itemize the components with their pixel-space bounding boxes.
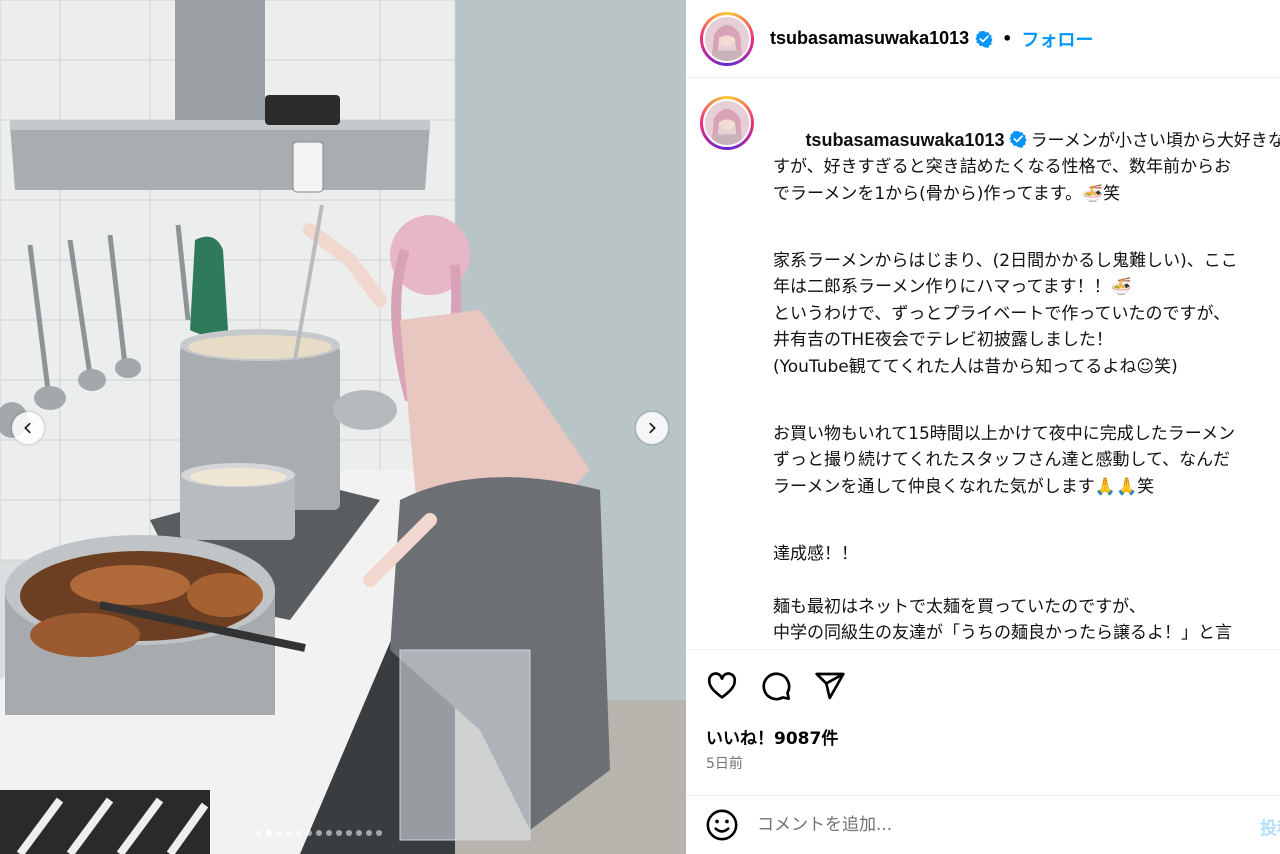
share-icon[interactable] xyxy=(814,670,846,702)
comment-bar: 投稿 xyxy=(686,795,1280,854)
verified-badge-icon xyxy=(1008,130,1027,148)
post-date[interactable]: 5日前 xyxy=(706,753,743,773)
carousel-dot xyxy=(296,830,302,836)
username[interactable]: tsubasamasuwaka1013 xyxy=(770,28,969,49)
chevron-right-icon xyxy=(649,422,656,434)
carousel-dot xyxy=(326,830,332,836)
carousel-next-button[interactable] xyxy=(636,412,668,444)
post-comment-button[interactable]: 投稿 xyxy=(1260,814,1280,839)
comment-icon[interactable] xyxy=(760,670,792,702)
caption-section: tsubasamasuwaka1013 ラーメンが小さい頃から大好きなの すが、… xyxy=(686,79,1280,649)
comment-input[interactable] xyxy=(757,815,1227,835)
carousel-dot xyxy=(266,830,272,836)
caption-text: tsubasamasuwaka1013 ラーメンが小さい頃から大好きなの すが、… xyxy=(773,100,1280,649)
profile-picture xyxy=(705,16,749,61)
carousel-dot xyxy=(366,830,372,836)
post-photo[interactable] xyxy=(0,0,686,854)
emoji-icon[interactable] xyxy=(705,808,739,842)
post-header: tsubasamasuwaka1013 • フォロー xyxy=(686,0,1280,78)
carousel-dot xyxy=(306,830,312,836)
carousel-dot xyxy=(286,830,292,836)
heart-icon[interactable] xyxy=(706,670,738,702)
carousel-dot xyxy=(276,830,282,836)
chevron-left-icon xyxy=(24,422,31,434)
verified-badge-icon xyxy=(975,30,993,48)
caption-avatar[interactable] xyxy=(700,96,754,150)
caption-paragraph: というわけで、ずっとプライベートで作っていたのですが、 井有吉のTHE夜会でテレ… xyxy=(773,303,1231,377)
kitchen-photo xyxy=(0,0,686,854)
carousel-dot xyxy=(346,830,352,836)
like-count[interactable]: いいね！9087件 xyxy=(706,724,838,749)
carousel-dot xyxy=(256,830,262,836)
post-details-panel: tsubasamasuwaka1013 • フォロー tsubasamasuwa… xyxy=(686,0,1280,854)
carousel-indicator xyxy=(256,830,382,836)
carousel-dot xyxy=(316,830,322,836)
carousel-dot xyxy=(356,830,362,836)
carousel-dot xyxy=(376,830,382,836)
caption-paragraph: お買い物もいれて15時間以上かけて夜中に完成したラーメン ずっと撮り続けてくれた… xyxy=(773,423,1236,497)
separator-dot: • xyxy=(1002,29,1013,48)
profile-picture xyxy=(705,101,749,145)
carousel-dot xyxy=(336,830,342,836)
carousel-prev-button[interactable] xyxy=(12,412,44,444)
caption-paragraph: 達成感！！ xyxy=(773,543,858,564)
caption-paragraph: 家系ラーメンからはじまり、(2日間かかるし鬼難しい)、ここ 年は二郎系ラーメン作… xyxy=(773,250,1238,298)
avatar[interactable] xyxy=(700,11,754,66)
follow-button[interactable]: フォロー xyxy=(1021,26,1093,52)
caption-paragraph: 麺も最初はネットで太麺を買っていたのですが、 中学の同級生の友達が「うちの麺良か… xyxy=(773,596,1232,644)
caption-username[interactable]: tsubasamasuwaka1013 xyxy=(805,130,1004,150)
action-bar: いいね！9087件 5日前 xyxy=(686,649,1280,804)
